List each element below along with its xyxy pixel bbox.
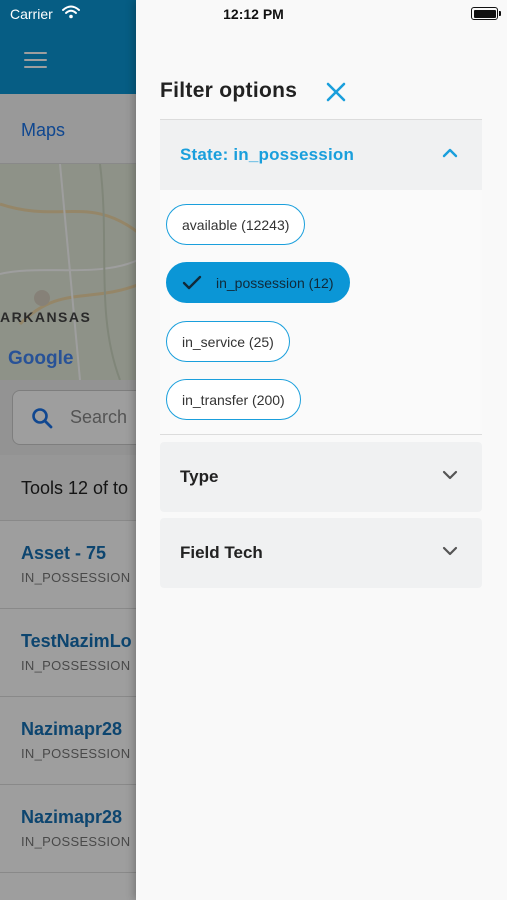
chip-label: in_transfer (200) <box>182 391 285 408</box>
close-icon[interactable] <box>322 78 350 106</box>
type-filter-section[interactable]: Type <box>160 442 482 512</box>
clock: 12:12 PM <box>223 6 284 22</box>
chip-in-possession[interactable]: in_possession (12) <box>166 262 350 303</box>
type-filter-label: Type <box>180 467 219 486</box>
state-filter-label: State: in_possession <box>180 145 355 164</box>
chip-label: in_possession (12) <box>216 274 334 291</box>
chip-label: available (12243) <box>182 216 290 233</box>
chip-available[interactable]: available (12243) <box>166 204 306 245</box>
chip-in-transfer[interactable]: in_transfer (200) <box>166 379 301 420</box>
filter-drawer: Filter options State: in_possession avai… <box>136 0 507 900</box>
chevron-down-icon <box>442 546 458 556</box>
chip-label: in_service (25) <box>182 333 274 350</box>
check-icon <box>182 275 202 289</box>
field-tech-filter-label: Field Tech <box>180 543 263 562</box>
chevron-down-icon <box>442 470 458 480</box>
drawer-title: Filter options <box>160 79 298 102</box>
status-bar: Carrier 12:12 PM <box>0 0 507 28</box>
chevron-up-icon <box>442 148 458 158</box>
battery-icon <box>471 7 501 20</box>
state-filter-header[interactable]: State: in_possession <box>160 120 482 190</box>
state-filter-section: State: in_possession available (12243) i… <box>160 119 482 435</box>
field-tech-filter-section[interactable]: Field Tech <box>160 518 482 588</box>
chip-in-service[interactable]: in_service (25) <box>166 321 290 362</box>
